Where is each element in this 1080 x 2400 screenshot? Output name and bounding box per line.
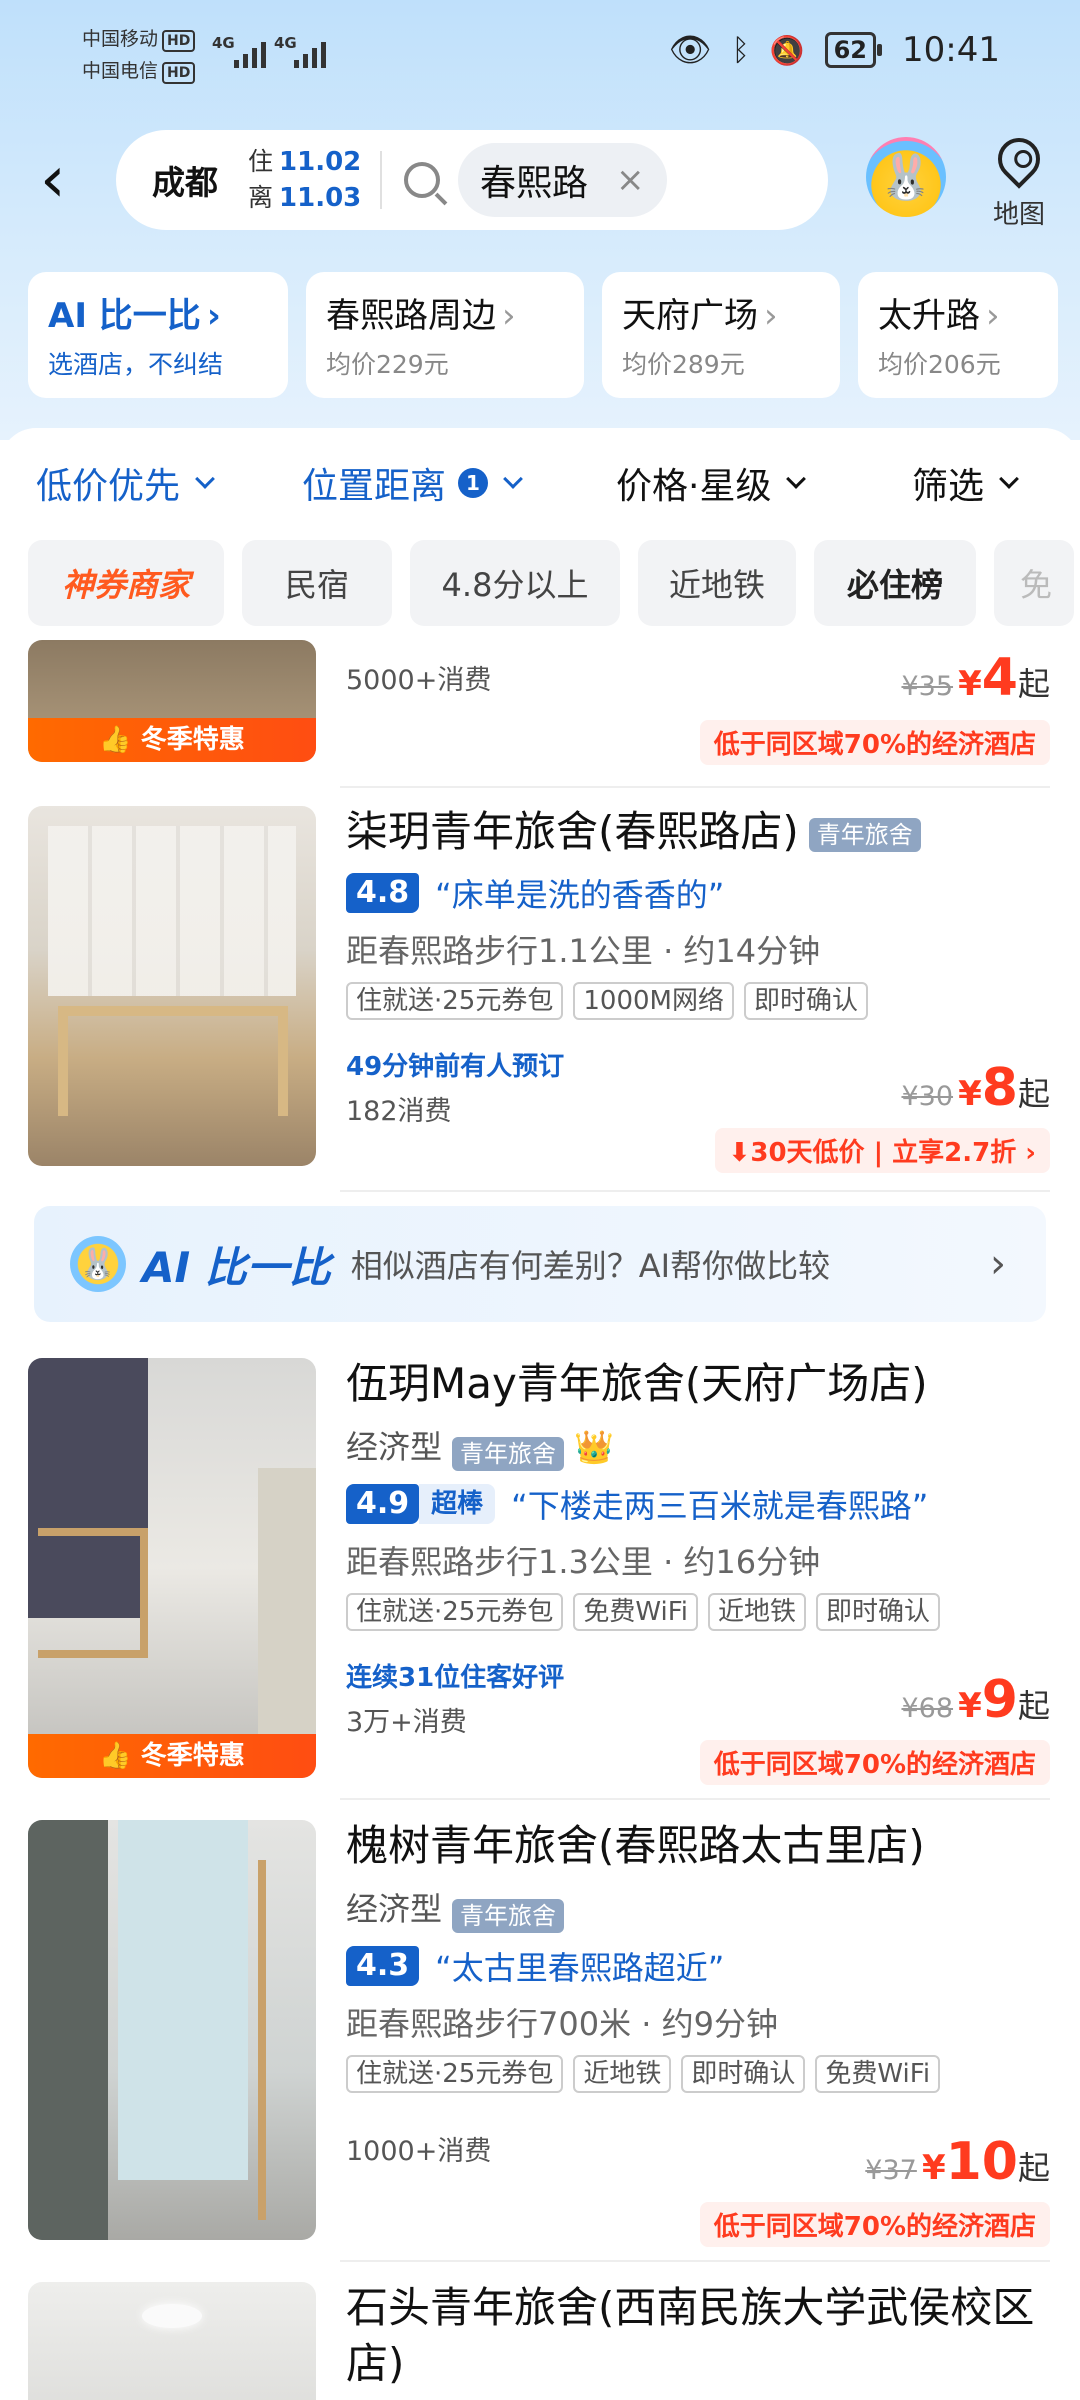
category-text: 经济型: [346, 1890, 443, 1928]
assistant-avatar-icon[interactable]: 🐰: [866, 137, 946, 217]
hotel-name: 柒玥青年旅舍(春熙路店): [346, 807, 799, 856]
eye-icon: 👁: [668, 30, 712, 70]
network-type-1: 4G: [212, 34, 235, 52]
search-icon: [404, 162, 440, 198]
type-tag: 青年旅舍: [808, 817, 921, 852]
winter-deal-badge: 👍 冬季特惠: [28, 718, 316, 762]
clock: 10:41: [902, 30, 1000, 70]
city-label[interactable]: 成都: [152, 156, 228, 204]
carrier-2: 中国电信 HD: [82, 56, 196, 84]
area-card-tianfu[interactable]: 天府广场 › 均价289元: [602, 272, 840, 398]
signal-icon: [234, 38, 266, 68]
hotel-list: 👍 冬季特惠 5000+消费 ¥35 ¥4起 低于同区域70%的经济酒店 柒玥青…: [0, 640, 1080, 2400]
keyword-text: 春熙路: [480, 163, 589, 204]
distance-text: 距春熙路步行1.1公里 · 约14分钟: [346, 932, 821, 970]
carrier-1: 中国移动 HD: [82, 24, 196, 52]
sort-filter[interactable]: 筛选: [912, 457, 1019, 509]
tag-near-metro[interactable]: 近地铁: [638, 540, 796, 626]
battery-icon: 62: [824, 32, 883, 68]
type-tag: 青年旅舍: [452, 1898, 565, 1933]
tag-more[interactable]: 免: [994, 540, 1074, 626]
hotel-photo: [28, 806, 316, 1166]
rating-score: 4.8: [346, 873, 420, 913]
hotel-photo: [28, 2282, 316, 2400]
ai-compare-card[interactable]: AI 比一比 › 选酒店，不纠结: [28, 272, 288, 398]
distance-text: 距春熙路步行1.3公里 · 约16分钟: [346, 1542, 821, 1581]
facility-tags: 住就送·25元券包 免费WiFi 近地铁 即时确认: [346, 1592, 1052, 1631]
search-box[interactable]: 成都 住 11.02 离 11.03 春熙路 ×: [116, 130, 828, 230]
distance-text: 距春熙路步行700米 · 约9分钟: [346, 2004, 778, 2043]
status-icons: 👁 ᛒ 🔕 62 10:41: [669, 30, 1000, 70]
rating-label: 超棒: [419, 1483, 496, 1524]
tag-coupon-merchant[interactable]: 神券商家: [28, 540, 224, 626]
winter-deal-badge: 👍 冬季特惠: [28, 1734, 316, 1778]
sort-price-first[interactable]: 低价优先: [36, 457, 215, 509]
facility-tags: 住就送·25元券包 1000M网络 即时确认: [346, 982, 1052, 1020]
hotel-name: 石头青年旅舍(西南民族大学武侯校区店): [346, 2283, 1035, 2388]
price-block: ¥30 ¥8起: [901, 1058, 1050, 1118]
hotel-photo: [28, 1820, 316, 2240]
area-card-taishenglu[interactable]: 太升路 › 均价206元: [858, 272, 1058, 398]
price-block: ¥37 ¥10起: [865, 2132, 1050, 2192]
chevron-right-icon: ›: [990, 1241, 1006, 1287]
category-text: 经济型: [346, 1428, 443, 1466]
tag-rating-48[interactable]: 4.8分以上: [410, 540, 620, 626]
sort-location[interactable]: 位置距离 1: [302, 457, 523, 509]
map-button[interactable]: 地图: [984, 129, 1054, 231]
sort-price-star[interactable]: 价格·星级: [616, 457, 807, 509]
clear-icon[interactable]: ×: [616, 160, 645, 200]
status-bar: 中国移动 HD 中国电信 HD 4G 4G 👁 ᛒ 🔕 62 10:41: [0, 0, 1080, 110]
keyword-chip[interactable]: 春熙路 ×: [458, 143, 667, 217]
review-quote: “太古里春熙路超近”: [435, 1948, 725, 1987]
facility-tags: 住就送·25元券包 近地铁 即时确认 免费WiFi: [346, 2054, 1052, 2093]
signal-icon-2: [294, 38, 326, 68]
type-tag: 青年旅舍: [452, 1436, 565, 1471]
hotel-photo: 👍 冬季特惠: [28, 640, 316, 762]
date-range[interactable]: 住 11.02 离 11.03: [248, 144, 366, 216]
deal-label: ⬇30天低价 | 立享2.7折 ›: [714, 1128, 1050, 1173]
back-icon[interactable]: ‹: [40, 145, 90, 215]
deal-label: 低于同区域70%的经济酒店: [699, 2202, 1050, 2247]
rating-score: 4.3: [346, 1945, 420, 1986]
hotel-name: 槐树青年旅舍(春熙路太古里店): [346, 1821, 925, 1870]
divider: [380, 151, 382, 209]
map-pin-icon: [989, 129, 1049, 189]
sort-bar: 低价优先 位置距离 1 价格·星级 筛选: [0, 448, 1080, 518]
bluetooth-icon: ᛒ: [731, 32, 750, 68]
mute-icon: 🔕: [769, 33, 805, 67]
mascot-icon: 🐰: [70, 1236, 126, 1292]
hotel-photo: 👍 冬季特惠: [28, 1358, 316, 1778]
area-card-chunxilu[interactable]: 春熙路周边 › 均价229元: [306, 272, 584, 398]
rating-score: 4.9: [346, 1483, 420, 1524]
tag-homestay[interactable]: 民宿: [242, 540, 392, 626]
crown-icon: 👑: [574, 1428, 614, 1466]
price-block: ¥35 ¥4起: [901, 648, 1050, 708]
deal-label: 低于同区域70%的经济酒店: [699, 720, 1050, 765]
ai-compare-banner[interactable]: 🐰 AI 比一比 相似酒店有何差别？AI帮你做比较 ›: [34, 1206, 1046, 1322]
quick-filter-tags: 神券商家 民宿 4.8分以上 近地铁 必住榜 免: [28, 540, 1074, 626]
hotel-name: 伍玥May青年旅舍(天府广场店): [346, 1359, 928, 1408]
tag-must-stay[interactable]: 必住榜: [814, 540, 976, 626]
price-block: ¥68 ¥9起: [901, 1670, 1050, 1730]
deal-label: 低于同区域70%的经济酒店: [699, 1740, 1050, 1785]
quick-cards: AI 比一比 › 选酒店，不纠结 春熙路周边 › 均价229元 天府广场 › 均价28…: [28, 272, 1058, 398]
review-quote: “下楼走两三百米就是春熙路”: [511, 1486, 929, 1525]
review-quote: “床单是洗的香香的”: [435, 876, 725, 914]
